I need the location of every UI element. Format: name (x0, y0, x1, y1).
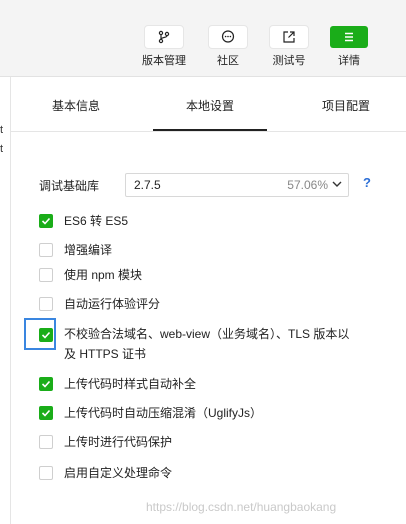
menu-icon (330, 26, 368, 48)
details-label: 详情 (338, 55, 360, 67)
checkbox[interactable] (39, 243, 53, 257)
community-label: 社区 (217, 55, 239, 67)
checkbox[interactable] (39, 466, 53, 480)
tab-basic-info[interactable]: 基本信息 (31, 77, 121, 131)
community-button[interactable]: 社区 (202, 26, 254, 68)
option-label: 增强编译 (64, 243, 113, 257)
external-link-icon (270, 26, 308, 48)
base-library-percent: 57.06% (287, 178, 328, 192)
option-label: ES6 转 ES5 (64, 214, 129, 228)
option-label: 使用 npm 模块 (64, 268, 143, 282)
tab-bar: 基本信息 本地设置 项目配置 (11, 77, 406, 132)
option-label: 自动运行体验评分 (64, 297, 161, 311)
test-account-button[interactable]: 测试号 (263, 26, 315, 68)
checkbox[interactable] (39, 406, 53, 420)
editor-strip: t t (0, 77, 10, 524)
option-label: 不校验合法域名、web-view（业务域名）、TLS 版本以及 HTTPS 证书 (64, 327, 350, 361)
option-label: 启用自定义处理命令 (64, 466, 173, 480)
base-library-label: 调试基础库 (39, 179, 100, 193)
checkbox[interactable] (39, 214, 53, 228)
checkbox[interactable] (39, 297, 53, 311)
option-label: 上传代码时自动压缩混淆（UglifyJs） (64, 406, 263, 420)
checkbox[interactable] (39, 268, 53, 282)
details-button[interactable]: 详情 (323, 26, 375, 68)
watermark: https://blog.csdn.net/huangbaokang (146, 500, 337, 514)
option-label: 上传时进行代码保护 (64, 435, 173, 449)
branch-icon (145, 26, 183, 48)
highlight-box (24, 318, 56, 350)
chevron-down-icon (331, 177, 343, 196)
version-control-button[interactable]: 版本管理 (138, 26, 190, 68)
settings-panel: 基本信息 本地设置 项目配置 调试基础库 2.7.5 57.06% ? ES6 … (10, 77, 406, 524)
version-control-label: 版本管理 (142, 55, 186, 67)
toolbar: 版本管理 社区 测试号 详情 (0, 0, 406, 77)
checkbox[interactable] (39, 377, 53, 391)
editor-text: t (0, 124, 4, 136)
base-library-select[interactable]: 2.7.5 57.06% (125, 173, 349, 197)
test-account-label: 测试号 (272, 55, 306, 67)
tab-project-config[interactable]: 项目配置 (301, 77, 391, 131)
editor-text: t (0, 143, 4, 155)
checkbox[interactable] (39, 435, 53, 449)
chat-bubble-icon (209, 26, 247, 48)
base-library-version: 2.7.5 (134, 178, 161, 192)
help-icon[interactable]: ? (363, 175, 371, 190)
option-label: 上传代码时样式自动补全 (64, 377, 197, 391)
tab-local-settings[interactable]: 本地设置 (153, 77, 267, 131)
